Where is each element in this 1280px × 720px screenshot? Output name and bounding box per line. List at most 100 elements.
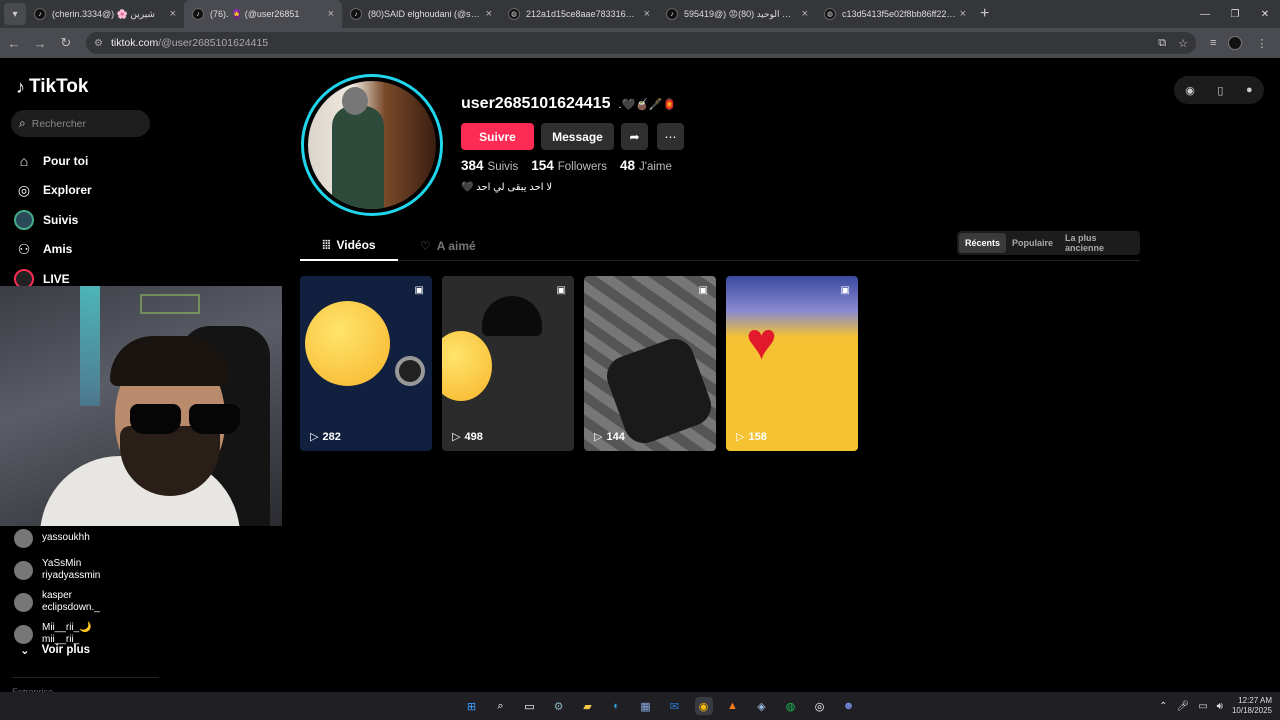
close-tab-icon[interactable]: × bbox=[802, 8, 808, 20]
avatar-icon bbox=[14, 209, 34, 230]
back-icon[interactable]: ← bbox=[2, 31, 26, 55]
browser-tab[interactable]: ◍ 212a1d15ce8aae783316a8149 × bbox=[500, 0, 658, 28]
tab-title: c13d5413f5e02f8bb86ff2209d bbox=[842, 9, 956, 19]
home-icon: ⌂ bbox=[19, 152, 29, 169]
profile-avatar-icon[interactable] bbox=[1228, 36, 1243, 50]
sort-popular[interactable]: Populaire bbox=[1006, 233, 1059, 253]
store-icon[interactable]: ▦ bbox=[637, 697, 655, 715]
message-button[interactable]: Message bbox=[541, 123, 614, 150]
video-card[interactable]: ▣ ▷ 144 bbox=[584, 276, 716, 451]
browser-menu-icon[interactable]: ⋮ bbox=[1256, 37, 1267, 50]
list-item[interactable]: YaSsMin riyadyassmin bbox=[14, 554, 164, 586]
outlook-icon[interactable]: ✉ bbox=[666, 697, 684, 715]
tab-search-icon[interactable]: ▾ bbox=[4, 3, 26, 25]
discord-icon[interactable]: ☻ bbox=[840, 697, 858, 715]
username-text: user2685101624415 bbox=[461, 95, 611, 112]
clock-time: 12:27 AM bbox=[1238, 696, 1272, 705]
search-icon: ⌕ bbox=[19, 116, 26, 130]
chevron-down-icon: ⌄ bbox=[20, 645, 30, 657]
chrome-icon[interactable]: ◉ bbox=[694, 697, 713, 715]
following-accounts-list: yassoukhh YaSsMin riyadyassmin kasper ecli… bbox=[14, 522, 164, 650]
bookmark-star-icon[interactable]: ☆ bbox=[1178, 37, 1188, 50]
network-icon[interactable]: ▭ bbox=[1198, 701, 1207, 712]
tiktok-favicon-icon: ♪ bbox=[666, 8, 678, 20]
watch-image bbox=[395, 356, 425, 386]
sidebar-item-pour-toi[interactable]: ⌂ Pour toi bbox=[14, 146, 164, 176]
settings-icon[interactable]: ⚙ bbox=[550, 697, 568, 715]
avatar bbox=[14, 560, 33, 580]
close-tab-icon[interactable]: × bbox=[960, 8, 966, 20]
grid-icon: ⦙⦙⦙ bbox=[322, 237, 331, 252]
video-card[interactable]: ▣ ▷ 498 bbox=[442, 276, 574, 451]
search-icon[interactable]: ⌕ bbox=[492, 697, 510, 715]
task-view-icon[interactable]: ▭ bbox=[521, 697, 539, 715]
following-stat[interactable]: 384 Suivis bbox=[461, 158, 518, 173]
video-card[interactable]: ▣ ▷ 282 bbox=[300, 276, 432, 451]
compass-icon[interactable]: ◉ bbox=[1185, 84, 1195, 97]
spotify-icon[interactable]: ◍ bbox=[782, 697, 800, 715]
new-tab-icon[interactable]: + bbox=[980, 5, 989, 23]
steam-icon[interactable]: ◈ bbox=[753, 697, 771, 715]
see-more-button[interactable]: ⌄ Voir plus bbox=[20, 643, 90, 657]
sidebar-item-explorer[interactable]: ◎ Explorer bbox=[14, 176, 164, 206]
list-item[interactable]: yassoukhh bbox=[14, 522, 164, 554]
site-info-icon[interactable]: ⚙ bbox=[94, 38, 103, 49]
profile-avatar[interactable] bbox=[301, 74, 443, 216]
browser-tab[interactable]: ◍ c13d5413f5e02f8bb86ff2209d × bbox=[816, 0, 974, 28]
extensions-icon[interactable]: ≡ bbox=[1210, 37, 1216, 49]
device-icon[interactable]: ▯ bbox=[1217, 84, 1223, 97]
user-avatar-icon[interactable]: ● bbox=[1246, 84, 1253, 96]
more-options-icon[interactable]: ⋯ bbox=[657, 123, 684, 150]
browser-tab[interactable]: ♪ (cherin.3334@) 🌸 شيرين × bbox=[26, 0, 184, 28]
tiktok-note-icon: ♪ bbox=[16, 76, 25, 97]
obs-icon[interactable]: ◎ bbox=[811, 697, 829, 715]
followers-stat[interactable]: 154 Followers bbox=[531, 158, 607, 173]
reload-icon[interactable]: ↻ bbox=[54, 31, 78, 55]
followers-count: 154 bbox=[531, 158, 554, 173]
close-tab-icon[interactable]: × bbox=[328, 8, 334, 20]
tab-liked[interactable]: ♡ A aimé bbox=[420, 231, 476, 261]
edge-icon[interactable]: ◐ bbox=[608, 697, 626, 715]
close-window-icon[interactable]: ✕ bbox=[1250, 0, 1280, 28]
system-tray: ⌃ 🎤︎ ▭ 🔊︎ 12:27 AM 10/18/2025 bbox=[1159, 692, 1272, 720]
following-count: 384 bbox=[461, 158, 484, 173]
sidebar-item-suivis[interactable]: Suivis bbox=[14, 205, 164, 235]
video-card[interactable]: ♥ ▣ ▷ 158 bbox=[726, 276, 858, 451]
close-tab-icon[interactable]: × bbox=[644, 8, 650, 20]
view-count: ▷ 282 bbox=[310, 430, 341, 444]
browser-tab[interactable]: ♪ 595419@) 😡سرعني الوحيد (80) × bbox=[658, 0, 816, 28]
angry-emoji-sticker bbox=[442, 331, 492, 401]
app-icon[interactable]: ▲ bbox=[724, 697, 742, 715]
tiktok-logo[interactable]: ♪ TikTok bbox=[16, 76, 88, 98]
url-path: /@user2685101624415 bbox=[158, 37, 269, 49]
taskbar-clock[interactable]: 12:27 AM 10/18/2025 bbox=[1232, 696, 1272, 716]
windows-start-icon[interactable]: ⊞ bbox=[463, 697, 481, 715]
sort-recent[interactable]: Récents bbox=[959, 233, 1007, 253]
microphone-icon[interactable]: 🎤︎ bbox=[1176, 701, 1189, 712]
close-tab-icon[interactable]: × bbox=[486, 8, 492, 20]
browser-tab[interactable]: ♪ (80)SAID elghoudani (@saidelg × bbox=[342, 0, 500, 28]
follow-button[interactable]: Suivre bbox=[461, 123, 534, 150]
minimize-icon[interactable]: — bbox=[1190, 0, 1220, 28]
chevron-up-icon[interactable]: ⌃ bbox=[1159, 701, 1167, 712]
file-explorer-icon[interactable]: ▰ bbox=[579, 697, 597, 715]
forward-icon[interactable]: → bbox=[28, 31, 52, 55]
clock-date: 10/18/2025 bbox=[1231, 706, 1272, 715]
share-icon[interactable]: ➦ bbox=[621, 123, 648, 150]
browser-tab-active[interactable]: ♪ (76). 🧕 (@user26851 × bbox=[184, 0, 342, 28]
volume-icon[interactable]: 🔊︎ bbox=[1217, 701, 1223, 712]
username-emojis: .🖤🧉🖋️🏮 bbox=[618, 98, 677, 111]
search-input[interactable]: ⌕ Rechercher bbox=[11, 110, 150, 137]
tab-title: 212a1d15ce8aae783316a8149 bbox=[526, 9, 640, 19]
tab-videos[interactable]: ⦙⦙⦙ Vidéos bbox=[300, 231, 398, 261]
sort-oldest[interactable]: La plus ancienne bbox=[1059, 233, 1138, 253]
play-icon: ▷ bbox=[594, 431, 603, 443]
sidebar-item-amis[interactable]: ⚇ Amis bbox=[14, 235, 164, 265]
maximize-icon[interactable]: ❐ bbox=[1220, 0, 1250, 28]
list-item[interactable]: kasper eclipsdown._ bbox=[14, 586, 164, 618]
url-input[interactable]: ⚙ tiktok.com/@user2685101624415 ⧉ ☆ bbox=[86, 32, 1196, 54]
install-app-icon[interactable]: ⧉ bbox=[1158, 37, 1166, 50]
avatar bbox=[14, 592, 33, 612]
avatar bbox=[14, 624, 33, 644]
close-tab-icon[interactable]: × bbox=[170, 8, 176, 20]
